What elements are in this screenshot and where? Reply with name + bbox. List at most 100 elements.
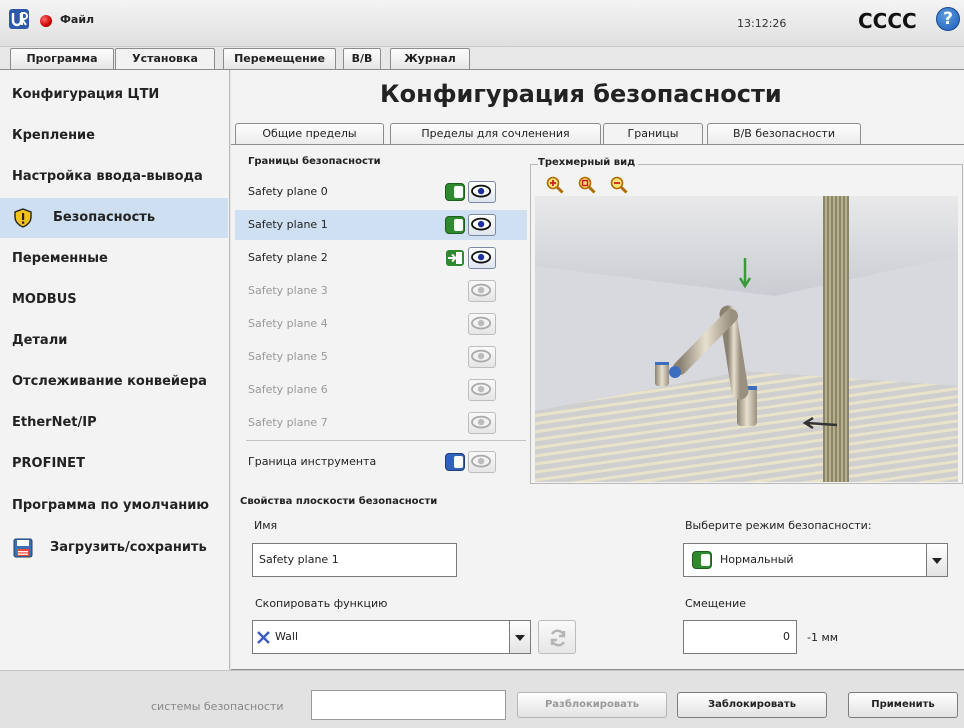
plane-row-3[interactable]: Safety plane 3 [235, 276, 527, 306]
sidebar-item-modbus[interactable]: MODBUS [0, 280, 228, 320]
plane-row-6[interactable]: Safety plane 6 [235, 375, 527, 405]
zoom-reset-icon[interactable] [578, 176, 596, 194]
subtab-boundaries[interactable]: Границы [603, 123, 703, 144]
sidebar-item-variables[interactable]: Переменные [0, 239, 228, 279]
safety-mode-label: Выберите режим безопасности: [685, 519, 872, 532]
plane-name: Safety plane 0 [248, 185, 328, 198]
wall-feature-icon [257, 631, 270, 644]
zoom-in-icon[interactable] [546, 176, 564, 194]
sidebar-item-default-program[interactable]: Программа по умолчанию [0, 486, 228, 526]
floppy-disk-icon [13, 538, 33, 558]
plane-row-0[interactable]: Safety plane 0 [235, 177, 527, 207]
plane-name: Safety plane 7 [248, 416, 328, 429]
lock-button[interactable]: Заблокировать [677, 692, 827, 718]
refresh-icon [550, 629, 566, 647]
plane-row-5[interactable]: Safety plane 5 [235, 342, 527, 372]
tab-log[interactable]: Журнал [390, 48, 470, 69]
sidebar-item-features[interactable]: Детали [0, 321, 228, 361]
safety-password-label: системы безопасности [151, 700, 284, 713]
sidebar-item-label: MODBUS [12, 292, 77, 307]
sidebar-item-label: Безопасность [53, 210, 156, 225]
properties-title: Свойства плоскости безопасности [240, 496, 438, 507]
subtab-joint-limits[interactable]: Пределы для сочленения [390, 123, 601, 144]
tab-program[interactable]: Программа [10, 48, 114, 69]
eye-icon[interactable] [468, 181, 496, 203]
sidebar-item-label: Переменные [12, 251, 108, 266]
eye-icon[interactable] [468, 451, 496, 473]
sidebar-item-label: PROFINET [12, 456, 85, 471]
sidebar-item-load-save[interactable]: Загрузить/сохранить [0, 528, 228, 568]
plane-name: Safety plane 5 [248, 350, 328, 363]
help-icon[interactable]: ? [936, 7, 960, 31]
title-bar: Файл 13:12:26 CCCC ? [0, 0, 964, 47]
copy-feature-dropdown-arrow[interactable] [509, 620, 531, 654]
plane-name: Safety plane 2 [248, 251, 328, 264]
safety-password-input[interactable] [311, 690, 506, 720]
copy-feature-label: Скопировать функцию [255, 597, 388, 610]
copy-feature-select[interactable]: Wall [252, 620, 510, 654]
unlock-button[interactable]: Разблокировать [517, 692, 667, 718]
plane-row-2[interactable]: Safety plane 2 [235, 243, 527, 273]
boundaries-section-title: Границы безопасности [248, 156, 381, 167]
plane-row-4[interactable]: Safety plane 4 [235, 309, 527, 339]
sidebar-item-io-setup[interactable]: Настройка ввода-вывода [0, 157, 228, 197]
ur-logo-icon [9, 9, 29, 29]
normal-mode-icon [692, 551, 712, 569]
sidebar-item-label: Загрузить/сохранить [50, 540, 207, 555]
eye-icon[interactable] [468, 247, 496, 269]
subtab-safety-io[interactable]: В/В безопасности [707, 123, 861, 144]
offset-input[interactable]: 0 [683, 620, 797, 654]
eye-icon[interactable] [468, 313, 496, 335]
eye-icon[interactable] [468, 280, 496, 302]
sidebar-item-label: EtherNet/IP [12, 415, 97, 430]
eye-icon[interactable] [468, 379, 496, 401]
sidebar-item-profinet[interactable]: PROFINET [0, 444, 228, 484]
sidebar-item-conveyor-tracking[interactable]: Отслеживание конвейера [0, 362, 228, 402]
refresh-button[interactable] [538, 620, 576, 654]
plane-row-1[interactable]: Safety plane 1 [235, 210, 527, 240]
view3d-canvas[interactable] [535, 196, 958, 482]
plane-name: Safety plane 6 [248, 383, 328, 396]
tool-boundary-label: Граница инструмента [248, 455, 377, 468]
sidebar-item-label: Детали [12, 333, 68, 348]
sidebar-item-label: Настройка ввода-вывода [12, 169, 203, 184]
sidebar-item-label: Программа по умолчанию [12, 498, 209, 513]
toggle-tool-icon[interactable] [445, 453, 465, 471]
sidebar-item-ethernet-ip[interactable]: EtherNet/IP [0, 403, 228, 443]
toggle-enabled-icon[interactable] [445, 216, 465, 234]
tab-move[interactable]: Перемещение [223, 48, 336, 69]
plane-row-7[interactable]: Safety plane 7 [235, 408, 527, 438]
tool-boundary-row[interactable]: Граница инструмента [235, 447, 527, 477]
offset-unit: -1 мм [807, 631, 839, 644]
plane-name: Safety plane 1 [248, 218, 328, 231]
toggle-enabled-icon[interactable] [445, 183, 465, 201]
sidebar-item-safety[interactable]: Безопасность [0, 198, 228, 238]
sidebar: Конфигурация ЦТИ Крепление Настройка вво… [0, 70, 230, 670]
eye-icon[interactable] [468, 412, 496, 434]
eye-icon[interactable] [468, 214, 496, 236]
tab-io[interactable]: В/В [343, 48, 381, 69]
eye-icon[interactable] [468, 346, 496, 368]
name-label: Имя [254, 519, 278, 532]
subtab-general-limits[interactable]: Общие пределы [235, 123, 384, 144]
status-indicator-icon [40, 15, 52, 27]
tab-installation[interactable]: Установка [115, 48, 215, 70]
plane-name: Safety plane 4 [248, 317, 328, 330]
safety-mode-dropdown-arrow[interactable] [926, 543, 948, 577]
clock: 13:12:26 [737, 17, 787, 30]
zoom-out-icon[interactable] [610, 176, 628, 194]
plane-name-input[interactable]: Safety plane 1 [252, 543, 457, 577]
view3d-title: Трехмерный вид [538, 157, 639, 168]
plane-name: Safety plane 3 [248, 284, 328, 297]
file-menu[interactable]: Файл [60, 13, 94, 26]
page-title: Конфигурация безопасности [380, 80, 782, 108]
sidebar-item-label: Конфигурация ЦТИ [12, 87, 160, 102]
safety-mode-select[interactable]: Нормальный [683, 543, 927, 577]
sidebar-item-label: Крепление [12, 128, 95, 143]
trigger-plane-icon[interactable] [445, 249, 465, 267]
offset-label: Смещение [685, 597, 746, 610]
sidebar-item-tcp-config[interactable]: Конфигурация ЦТИ [0, 75, 228, 115]
apply-button[interactable]: Применить [848, 692, 958, 718]
copy-feature-value: Wall [275, 630, 299, 643]
sidebar-item-mounting[interactable]: Крепление [0, 116, 228, 156]
